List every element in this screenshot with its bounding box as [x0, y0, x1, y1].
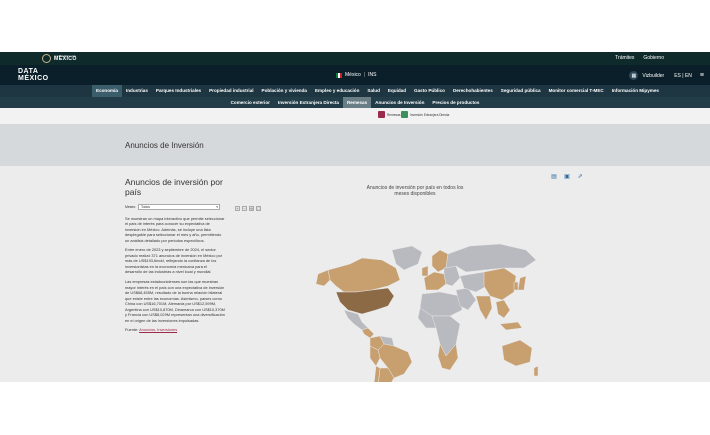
nav-item[interactable]: Seguridad pública [497, 85, 545, 97]
sub-nav: Comercio exterior Inversión Extranjera Di… [0, 97, 710, 108]
intro-paragraph: Se muestran un mapa interactivo que perm… [125, 215, 225, 243]
subnav-item[interactable]: Inversión Extranjera Directa [274, 97, 343, 108]
legend-item-remesas[interactable]: Remesas [378, 111, 400, 118]
nav-item[interactable]: Derechohabientes [449, 85, 497, 97]
datamexico-logo[interactable]: DATA MÉXICO [18, 68, 49, 82]
map-controls: + − ⟲ ⛶ [235, 206, 261, 211]
source-line: Fuente: Anuncios, Inversiones [125, 327, 178, 333]
country-uk[interactable] [421, 265, 429, 277]
country-code: INS [368, 72, 377, 78]
nav-item[interactable]: Población y vivienda [258, 85, 311, 97]
table-icon[interactable]: ▤ [550, 174, 558, 181]
subnav-item[interactable]: Precios de productos [428, 97, 483, 108]
nav-item[interactable]: Monitor comercial T-MEC [545, 85, 608, 97]
gov-top-bar: GOBIERNO DE MÉXICO Trámites Gobierno [0, 52, 710, 65]
country-new-zealand[interactable] [533, 365, 539, 377]
vizbuilder-link[interactable]: Vizbuilder [642, 73, 664, 79]
subnav-item[interactable]: Comercio exterior [227, 97, 274, 108]
country-eastern-europe[interactable] [443, 265, 461, 287]
reset-view-button[interactable]: ⟲ [249, 206, 254, 211]
map-title: Anuncios de inversión por país en todos … [366, 185, 464, 198]
country-southeast-asia[interactable] [495, 299, 511, 319]
vizbuilder-icon[interactable]: ▦ [629, 71, 639, 80]
country-indonesia[interactable] [499, 321, 523, 331]
remesas-swatch [378, 111, 385, 118]
country-greenland[interactable] [391, 245, 423, 271]
main-content: Anuncios de inversión por país Meses: To… [0, 166, 710, 382]
menu-icon[interactable]: ≡ [700, 72, 704, 79]
subnav-item[interactable]: Anuncios de Inversión [371, 97, 428, 108]
viz-toolbar: ▤ ▣ ⇗ [550, 174, 584, 181]
world-map[interactable] [300, 206, 540, 382]
mexico-flag-icon [336, 72, 342, 78]
summary-paragraph: Entre enero de 2023 y septiembre de 2024… [125, 247, 223, 275]
subnav-item[interactable]: Remesas [342, 97, 372, 108]
section-legend-strip: Remesas Inversión Extranjera Directa [0, 108, 710, 124]
zoom-in-button[interactable]: + [235, 206, 240, 211]
share-icon[interactable]: ⇗ [576, 174, 584, 181]
nav-item[interactable]: Gasto Público [410, 85, 449, 97]
main-header: DATA MÉXICO México | INS ▦ Vizbuilder ES… [0, 65, 710, 85]
nav-item[interactable]: Parques Industriales [152, 85, 205, 97]
lang-en[interactable]: EN [685, 73, 692, 79]
country-central-america[interactable] [361, 327, 375, 339]
nav-item[interactable]: Equidad [384, 85, 410, 97]
country-label: México [345, 72, 361, 78]
browser-viewport: GOBIERNO DE MÉXICO Trámites Gobierno DAT… [0, 52, 710, 382]
month-filter: Meses: Todos ▾ [125, 203, 225, 210]
description-column: Anuncios de inversión por país Meses: To… [125, 177, 225, 333]
country-japan[interactable] [517, 275, 527, 291]
image-icon[interactable]: ▣ [563, 174, 571, 181]
chevron-down-icon: ▾ [216, 204, 218, 209]
section-title: Anuncios de inversión por país [125, 177, 223, 197]
gov-logo[interactable]: GOBIERNO DE MÉXICO [42, 54, 77, 63]
country-china[interactable] [483, 267, 517, 301]
lang-es[interactable]: ES [674, 73, 681, 79]
nav-item[interactable]: Economía [92, 85, 122, 97]
country-australia[interactable] [501, 339, 533, 367]
nav-item[interactable]: Industrias [122, 85, 152, 97]
month-select[interactable]: Todos ▾ [137, 203, 220, 210]
detail-paragraph: Las empresas estadounidenses son las que… [125, 279, 225, 323]
fullscreen-button[interactable]: ⛶ [256, 206, 261, 211]
nav-item[interactable]: Salud [363, 85, 384, 97]
main-nav: Economía Industrias Parques Industriales Pr… [0, 85, 710, 97]
gov-seal-icon [42, 54, 51, 63]
nav-item[interactable]: Información Mipymes [608, 85, 663, 97]
page-title-band: Anuncios de Inversión [0, 124, 710, 166]
gov-link-gobierno[interactable]: Gobierno [643, 55, 664, 61]
zoom-out-button[interactable]: − [242, 206, 247, 211]
nav-item[interactable]: Empleo y educación [311, 85, 363, 97]
country-russia[interactable] [445, 243, 537, 273]
page-title: Anuncios de Inversión [125, 141, 204, 150]
nav-item[interactable]: Propiedad industrial [205, 85, 257, 97]
filter-label: Meses: [125, 204, 136, 209]
country-korea[interactable] [513, 281, 519, 291]
country-alaska[interactable] [315, 269, 331, 287]
source-link[interactable]: Anuncios, Inversiones [139, 327, 177, 332]
profile-switch[interactable]: México | INS [336, 72, 377, 78]
country-india[interactable] [475, 295, 493, 321]
country-canada[interactable] [327, 257, 401, 293]
ied-swatch [401, 111, 408, 118]
gov-link-tramites[interactable]: Trámites [615, 55, 634, 61]
legend-item-ied[interactable]: Inversión Extranjera Directa [401, 111, 449, 118]
gov-logo-big: MÉXICO [54, 56, 77, 63]
